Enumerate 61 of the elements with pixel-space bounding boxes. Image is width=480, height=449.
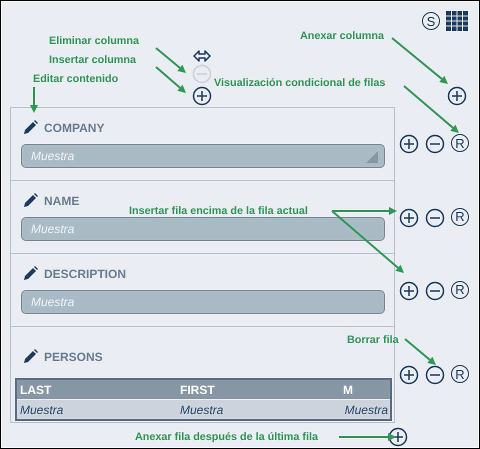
grid-icon[interactable] xyxy=(446,11,468,31)
resize-column-button[interactable] xyxy=(193,50,211,62)
pencil-icon xyxy=(23,266,38,281)
resize-icon xyxy=(193,50,211,62)
annotation-arrow xyxy=(339,433,396,441)
conditional-button[interactable]: R xyxy=(451,134,469,152)
annotation-label: Borrar fila xyxy=(347,333,399,347)
delete-row-button[interactable] xyxy=(425,134,445,154)
pencil-icon xyxy=(23,120,38,135)
delete-row-button[interactable] xyxy=(425,365,445,385)
annotation-arrow xyxy=(155,66,186,93)
insert-row-button[interactable] xyxy=(399,134,419,154)
conditional-button[interactable]: R xyxy=(451,280,469,298)
annotation-label: Anexar fila después de la última fila xyxy=(135,430,318,444)
append-row-button[interactable] xyxy=(388,427,408,447)
field-label: NAME xyxy=(44,194,80,208)
minus-icon xyxy=(425,134,445,154)
annotation-arrow xyxy=(391,37,448,84)
plus-icon xyxy=(447,86,467,106)
annotation-label: Visualización condicional de filas xyxy=(214,76,386,90)
minus-icon xyxy=(425,208,445,228)
field-label: COMPANY xyxy=(44,120,104,134)
annotation-arrow xyxy=(404,338,436,365)
annotation-arrow xyxy=(30,87,38,113)
delete-row-button[interactable] xyxy=(425,208,445,228)
insert-row-button[interactable] xyxy=(399,208,419,228)
annotation-label: Anexar columna xyxy=(300,29,384,43)
append-column-button[interactable] xyxy=(447,86,467,106)
minus-icon xyxy=(425,365,445,385)
column-header: FIRST xyxy=(180,382,216,396)
table-cell-text: Muestra xyxy=(180,402,224,416)
annotation-label: Eliminar columna xyxy=(49,34,139,48)
plus-icon xyxy=(399,208,419,228)
field-label: DESCRIPTION xyxy=(44,266,126,280)
conditional-button[interactable]: R xyxy=(451,365,469,383)
insert-row-button[interactable] xyxy=(399,365,419,385)
annotation-label: Insertar columna xyxy=(49,53,136,67)
annotation-arrow xyxy=(403,85,459,133)
minus-icon xyxy=(192,64,212,84)
plus-icon xyxy=(399,280,419,300)
plus-icon xyxy=(399,365,419,385)
annotation-label: Insertar fila encima de la fila actual xyxy=(129,204,308,218)
dropdown-icon xyxy=(366,151,378,163)
conditional-button[interactable]: R xyxy=(451,208,469,226)
column-header: M xyxy=(343,382,354,396)
table-cell-text: Muestra xyxy=(344,402,388,416)
field-label: PERSONS xyxy=(44,350,103,364)
delete-row-button[interactable] xyxy=(425,280,445,300)
table-cell-text: Muestra xyxy=(20,402,64,416)
annotation-label: Editar contenido xyxy=(33,72,118,86)
annotation-arrow xyxy=(155,47,186,73)
insert-column-button[interactable] xyxy=(192,86,212,106)
column-header: LAST xyxy=(20,382,52,396)
plus-icon xyxy=(388,427,408,447)
style-button[interactable]: S xyxy=(422,12,440,30)
plus-icon xyxy=(399,134,419,154)
minus-icon xyxy=(425,280,445,300)
plus-icon xyxy=(192,86,212,106)
pencil-icon xyxy=(23,349,38,364)
insert-row-button[interactable] xyxy=(399,280,419,300)
pencil-icon xyxy=(23,193,38,208)
